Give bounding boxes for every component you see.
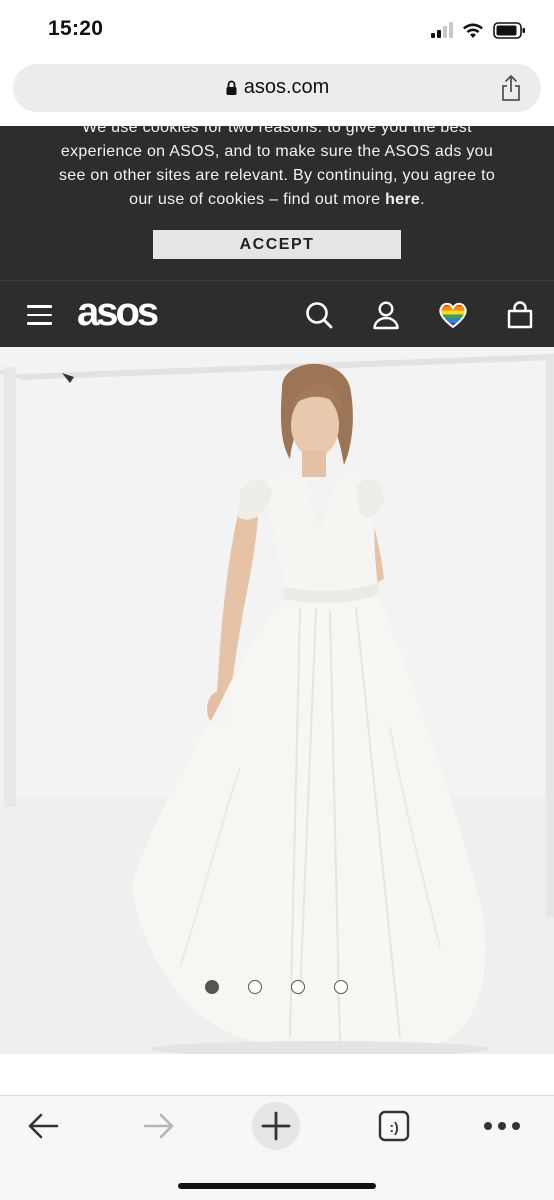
tabs-label: :) [389, 1119, 398, 1135]
carousel-dot[interactable] [291, 980, 305, 994]
share-button[interactable] [499, 74, 523, 102]
new-tab-button[interactable] [246, 1102, 306, 1150]
more-icon [484, 1122, 520, 1130]
address-bar[interactable]: asos.com [13, 64, 541, 112]
share-icon [502, 74, 520, 101]
carousel-dot[interactable] [248, 980, 262, 994]
back-button[interactable] [13, 1106, 73, 1146]
url-text: asos.com [243, 76, 330, 98]
carousel-dot[interactable] [334, 980, 348, 994]
url-display[interactable]: asos.com [13, 76, 541, 99]
cookie-here-link[interactable]: here [385, 191, 420, 208]
more-button[interactable] [472, 1106, 532, 1146]
wifi-icon [463, 23, 483, 38]
product-image-carousel[interactable] [0, 347, 554, 1054]
tabs-button[interactable]: :) [364, 1106, 424, 1146]
cookie-message: We use cookies for two reasons: to give … [40, 126, 514, 212]
lock-icon [226, 80, 237, 95]
product-photo [0, 347, 554, 1054]
status-bar: 15:20 [0, 0, 554, 60]
search-icon[interactable] [304, 300, 334, 330]
bag-icon[interactable] [505, 300, 535, 330]
cookie-line-3-suffix: . [420, 191, 425, 208]
tabs-icon: :) [378, 1110, 410, 1142]
forward-icon [143, 1113, 174, 1139]
status-icons [431, 19, 526, 41]
cookie-banner: We use cookies for two reasons: to give … [0, 126, 554, 280]
signal-icon [431, 22, 453, 38]
account-icon[interactable] [371, 300, 401, 330]
browser-toolbar: :) [0, 1095, 554, 1200]
cookie-line-2: see on other sites are relevant. By cont… [58, 167, 496, 184]
cookie-line-top: We use cookies for two reasons: to give … [82, 126, 472, 136]
forward-button[interactable] [129, 1106, 189, 1146]
battery-icon [493, 21, 525, 39]
status-time: 15:20 [48, 17, 104, 40]
carousel-dot[interactable] [205, 980, 219, 994]
asos-logo[interactable]: asos [77, 290, 159, 335]
cookie-line-3-prefix: our use of cookies – find out more [129, 191, 386, 208]
new-tab-icon [252, 1102, 300, 1150]
menu-icon[interactable] [27, 305, 52, 325]
home-indicator[interactable] [178, 1183, 376, 1189]
back-icon [28, 1113, 59, 1139]
cookie-line-1: experience on ASOS, and to make sure the… [60, 143, 494, 160]
carousel-dots [205, 980, 348, 994]
accept-cookies-button[interactable]: ACCEPT [153, 230, 401, 259]
cookie-line-3: our use of cookies – find out more here. [40, 188, 514, 212]
saved-items-heart-icon[interactable] [438, 300, 468, 330]
site-header: asos [0, 280, 554, 347]
